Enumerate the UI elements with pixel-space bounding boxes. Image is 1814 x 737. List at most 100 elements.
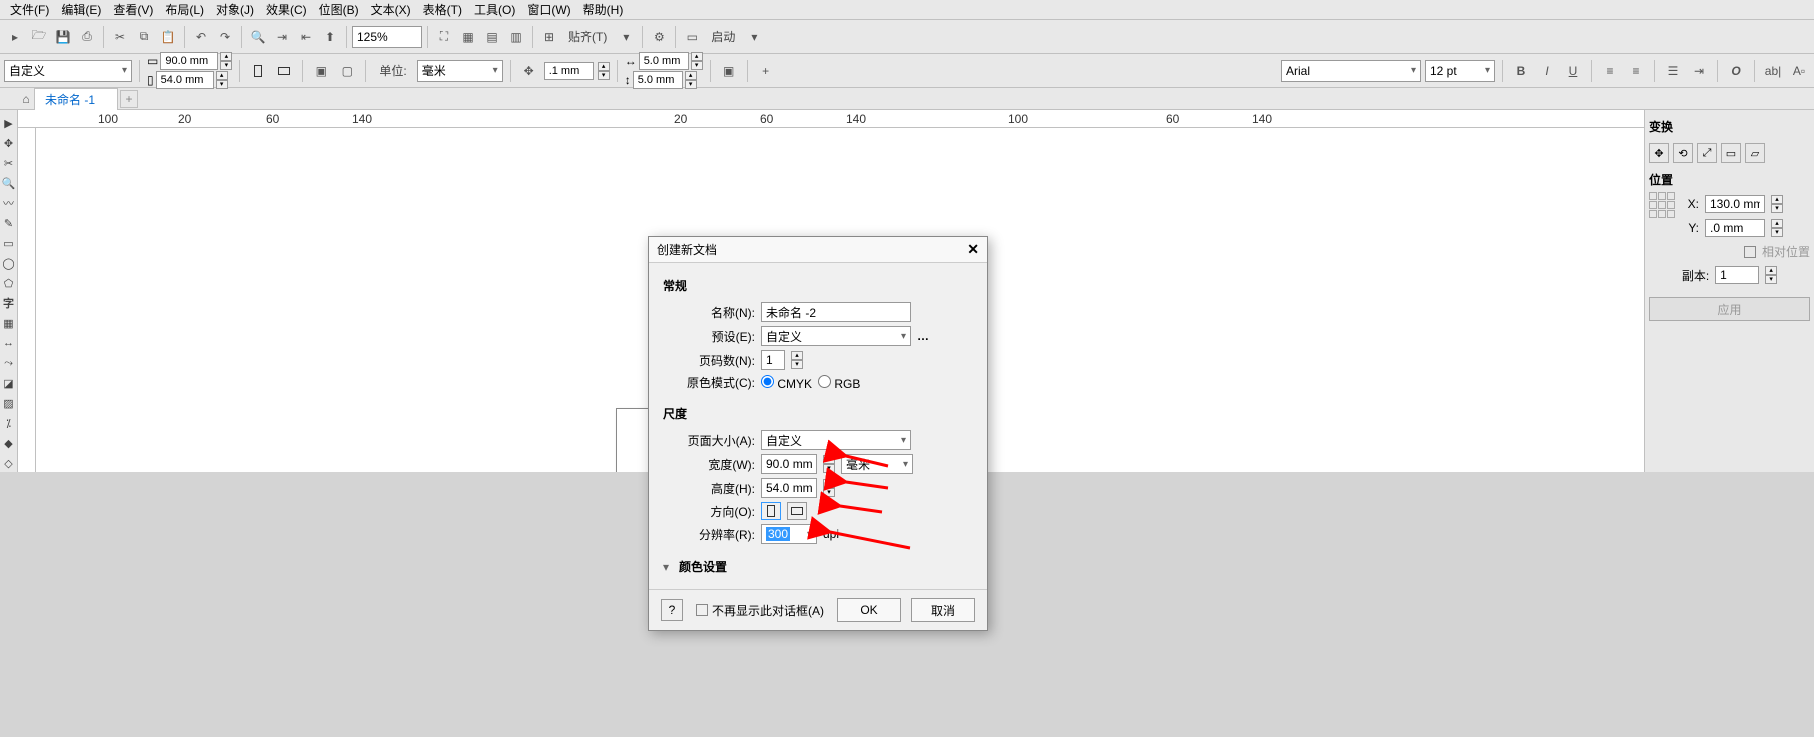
connector-tool-icon[interactable]: ⤳ [1,354,17,372]
export-icon[interactable]: ⇤ [295,26,317,48]
welcome-icon[interactable]: ⌂ [18,91,34,107]
page-height-input[interactable] [156,71,214,89]
copies-spinner[interactable]: ▴▾ [1765,266,1777,284]
shape-tool-icon[interactable]: ✥ [1,134,17,152]
scale-tab-icon[interactable]: ⤢ [1697,143,1717,163]
cut-icon[interactable]: ✂ [109,26,131,48]
menu-text[interactable]: 文本(X) [365,0,417,20]
indent-icon[interactable]: ⇥ [1688,60,1710,82]
menu-edit[interactable]: 编辑(E) [55,0,107,20]
rgb-radio[interactable]: RGB [818,375,860,391]
relative-checkbox[interactable] [1744,246,1756,258]
undo-icon[interactable]: ↶ [190,26,212,48]
all-pages-icon[interactable]: ▣ [310,60,332,82]
zoom-tool-icon[interactable]: 🔍 [1,174,17,192]
collapse-caret-icon[interactable]: ▾ [663,560,669,574]
skew-tab-icon[interactable]: ▱ [1745,143,1765,163]
unit-combo[interactable]: 毫米 [417,60,503,82]
y-spinner[interactable]: ▴▾ [1771,219,1783,237]
menu-view[interactable]: 查看(V) [107,0,159,20]
portrait-icon[interactable] [247,60,269,82]
open-icon[interactable]: 🗁 [28,26,50,48]
page-preset-combo[interactable]: 自定义 [4,60,132,82]
snap-icon[interactable]: ⊞ [538,26,560,48]
dup-x-input[interactable] [639,52,689,70]
eyedropper-tool-icon[interactable]: ⁒ [1,414,17,432]
name-input[interactable] [761,302,911,322]
freehand-tool-icon[interactable]: 〰 [1,194,17,212]
paste-icon[interactable]: 📋 [157,26,179,48]
nudge-spinner[interactable]: ▴▾ [598,62,610,80]
fill-tool-icon[interactable]: ◆ [1,434,17,452]
menu-object[interactable]: 对象(J) [210,0,260,20]
bold-icon[interactable]: B [1510,60,1532,82]
close-icon[interactable]: ✕ [967,241,979,258]
edit-text-icon[interactable]: A▫ [1788,60,1810,82]
preset-combo[interactable]: 自定义 [761,326,911,346]
list-icon[interactable]: ☰ [1662,60,1684,82]
zoom-input[interactable] [352,26,422,48]
x-spinner[interactable]: ▴▾ [1771,195,1783,213]
noshow-checkbox[interactable]: 不再显示此对话框(A) [696,602,824,619]
print-icon[interactable]: ⎙ [76,26,98,48]
chevron-down-icon[interactable]: ▾ [743,26,765,48]
y-input[interactable] [1705,219,1765,237]
resolution-combo[interactable]: 300 [761,524,817,544]
redo-icon[interactable]: ↷ [214,26,236,48]
orient-portrait-button[interactable] [761,502,781,520]
chevron-down-icon[interactable]: ▾ [615,26,637,48]
pagesize-combo[interactable]: 自定义 [761,430,911,450]
text-props-icon[interactable]: ab| [1762,60,1784,82]
current-page-icon[interactable]: ▢ [336,60,358,82]
copies-input[interactable] [1715,266,1759,284]
page-width-input[interactable] [160,52,218,70]
snap-label[interactable]: 贴齐(T) [562,28,613,45]
options-icon[interactable]: ⚙ [648,26,670,48]
new-icon[interactable]: ▸ [4,26,26,48]
italic-icon[interactable]: I [1536,60,1558,82]
plus-icon[interactable]: + [755,60,777,82]
position-tab-icon[interactable]: ✥ [1649,143,1669,163]
nudge-input[interactable] [544,62,594,80]
artistic-media-icon[interactable]: ✎ [1,214,17,232]
anchor-grid[interactable] [1649,192,1675,218]
pick-tool-icon[interactable]: ▶ [1,114,17,132]
menu-layout[interactable]: 布局(L) [159,0,210,20]
search-icon[interactable]: 🔍 [247,26,269,48]
cmyk-radio[interactable]: CMYK [761,375,812,391]
orient-landscape-button[interactable] [787,502,807,520]
size-tab-icon[interactable]: ▭ [1721,143,1741,163]
nudge-icon[interactable]: ✥ [518,60,540,82]
polygon-tool-icon[interactable]: ⬠ [1,274,17,292]
menu-help[interactable]: 帮助(H) [577,0,630,20]
rectangle-tool-icon[interactable]: ▭ [1,234,17,252]
help-button[interactable]: ? [661,599,683,621]
font-size-combo[interactable]: 12 pt [1425,60,1495,82]
page-width-spinner[interactable]: ▴▾ [220,52,232,70]
menu-bitmap[interactable]: 位图(B) [313,0,365,20]
dropshadow-tool-icon[interactable]: ◪ [1,374,17,392]
save-icon[interactable]: 💾 [52,26,74,48]
fullscreen-icon[interactable]: ⛶ [433,26,455,48]
menu-effect[interactable]: 效果(C) [260,0,313,20]
ellipse-tool-icon[interactable]: ◯ [1,254,17,272]
rulers-icon[interactable]: ▤ [481,26,503,48]
ok-button[interactable]: OK [837,598,901,622]
dimension-tool-icon[interactable]: ↔ [1,334,17,352]
publish-icon[interactable]: ⬆ [319,26,341,48]
dup-y-input[interactable] [633,71,683,89]
import-icon[interactable]: ⇥ [271,26,293,48]
rotate-tab-icon[interactable]: ⟲ [1673,143,1693,163]
dup-y-spinner[interactable]: ▴▾ [685,71,697,89]
preset-more-button[interactable]: … [917,329,931,343]
grid-icon[interactable]: ▦ [457,26,479,48]
crop-tool-icon[interactable]: ✂ [1,154,17,172]
width-input[interactable] [761,454,817,474]
text-tool-icon[interactable]: 字 [1,294,17,312]
height-input[interactable] [761,478,817,498]
height-spinner[interactable]: ▴▾ [823,479,835,497]
landscape-icon[interactable] [273,60,295,82]
width-spinner[interactable]: ▴▾ [823,455,835,473]
opentype-icon[interactable]: O [1725,60,1747,82]
cancel-button[interactable]: 取消 [911,598,975,622]
